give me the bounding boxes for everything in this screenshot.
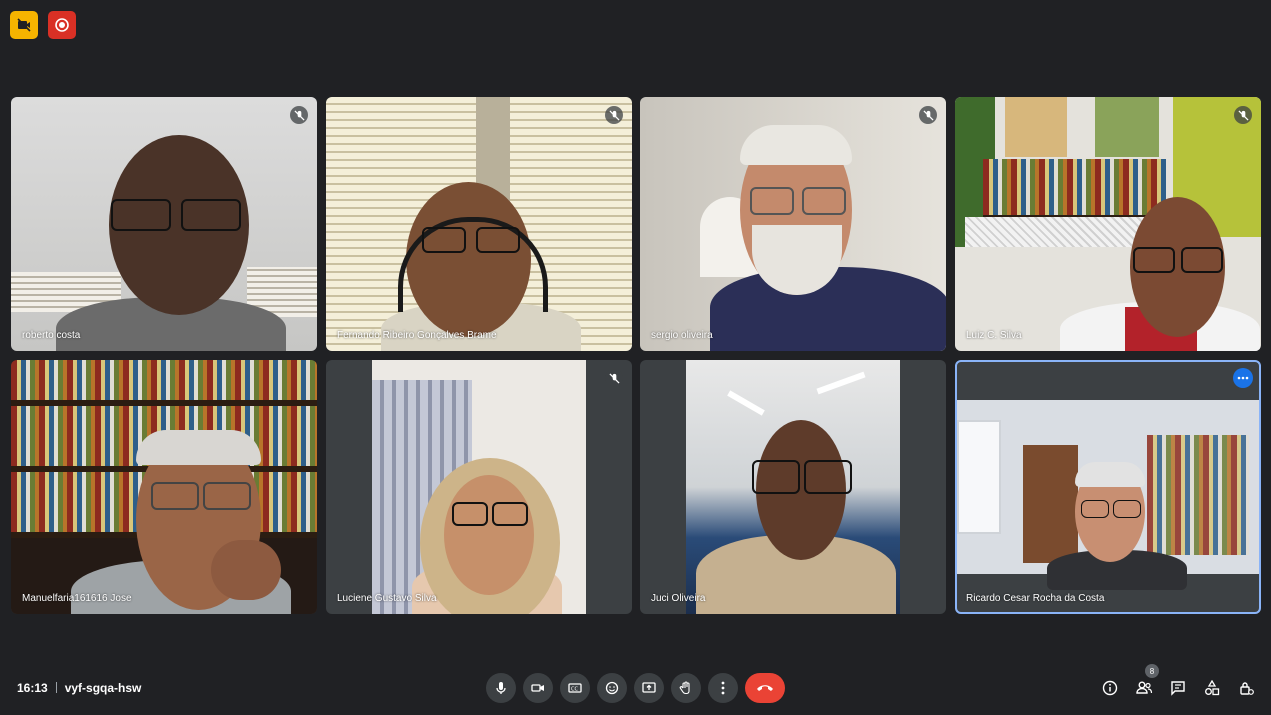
participant-count-badge: 8	[1145, 664, 1159, 678]
end-call-button[interactable]	[745, 673, 785, 703]
mic-off-icon	[922, 109, 934, 121]
participant-name: Ricardo Cesar Rocha da Costa	[966, 593, 1105, 604]
emoji-icon	[605, 681, 619, 695]
camera-off-icon	[17, 18, 31, 32]
mic-muted-indicator	[290, 106, 308, 124]
captions-button[interactable]: CC	[560, 673, 590, 703]
mic-off-icon	[1237, 109, 1249, 121]
microphone-icon	[496, 682, 506, 694]
participant-name: Fernando Ribeiro Gonçalves Brame	[337, 330, 497, 341]
participant-name: sergio oliveira	[651, 330, 713, 341]
participant-name: Luciene Gustavo Silva	[337, 593, 437, 604]
participant-video	[686, 360, 900, 614]
activities-button[interactable]	[1202, 678, 1222, 698]
camera-icon	[531, 684, 544, 692]
raise-hand-button[interactable]	[671, 673, 701, 703]
participant-video	[372, 360, 586, 614]
participant-video	[640, 97, 946, 351]
camera-off-badge[interactable]	[10, 11, 38, 39]
host-controls-icon	[1240, 682, 1254, 695]
tile-options-button[interactable]	[1233, 368, 1253, 388]
microphone-button[interactable]	[486, 673, 516, 703]
mic-off-icon	[608, 372, 620, 384]
svg-text:CC: CC	[571, 687, 578, 693]
captions-icon: CC	[568, 683, 582, 693]
recording-badge[interactable]	[48, 11, 76, 39]
participant-video	[11, 360, 317, 614]
participant-tile[interactable]: Manuelfaria161616 Jose	[11, 360, 317, 614]
present-screen-button[interactable]	[634, 673, 664, 703]
participant-video	[957, 400, 1259, 590]
mic-muted-indicator	[605, 369, 623, 387]
participant-video	[326, 97, 632, 351]
meeting-time: 16:13	[17, 681, 48, 695]
mic-muted-indicator	[1234, 106, 1252, 124]
participant-name: Manuelfaria161616 Jose	[22, 593, 132, 604]
meeting-details-button[interactable]	[1100, 678, 1120, 698]
participant-name: Juci Oliveira	[651, 593, 706, 604]
more-options-icon	[721, 681, 725, 695]
raise-hand-icon	[679, 681, 690, 695]
chat-icon	[1171, 681, 1185, 696]
participant-tile[interactable]: Fernando Ribeiro Gonçalves Brame	[326, 97, 632, 351]
participant-name: Luiz C. Silva	[966, 330, 1022, 341]
more-horizontal-icon	[1237, 376, 1249, 380]
mic-muted-indicator	[605, 106, 623, 124]
recording-icon	[55, 18, 69, 32]
meeting-info: 16:13 vyf-sgqa-hsw	[17, 681, 141, 695]
emoji-button[interactable]	[597, 673, 627, 703]
participant-video	[955, 97, 1261, 351]
chat-button[interactable]	[1168, 678, 1188, 698]
participant-name: roberto costa	[22, 330, 81, 341]
people-icon	[1136, 681, 1153, 694]
participant-video	[11, 97, 317, 351]
more-options-button[interactable]	[708, 673, 738, 703]
present-screen-icon	[642, 682, 656, 693]
info-icon	[1102, 680, 1118, 696]
participant-tile[interactable]: Luiz C. Silva	[955, 97, 1261, 351]
participant-tile[interactable]: sergio oliveira	[640, 97, 946, 351]
people-button[interactable]	[1134, 678, 1154, 698]
end-call-icon	[757, 685, 773, 691]
camera-button[interactable]	[523, 673, 553, 703]
mic-off-icon	[293, 109, 305, 121]
meeting-code: vyf-sgqa-hsw	[64, 681, 142, 695]
host-controls-button[interactable]	[1236, 678, 1256, 698]
participant-tile[interactable]: Luciene Gustavo Silva	[326, 360, 632, 614]
mic-muted-indicator	[919, 106, 937, 124]
participant-tile[interactable]: roberto costa	[11, 97, 317, 351]
mic-off-icon	[608, 109, 620, 121]
activities-icon	[1205, 680, 1220, 696]
participant-tile[interactable]: Juci Oliveira	[640, 360, 946, 614]
participant-tile-active[interactable]: Ricardo Cesar Rocha da Costa	[955, 360, 1261, 614]
